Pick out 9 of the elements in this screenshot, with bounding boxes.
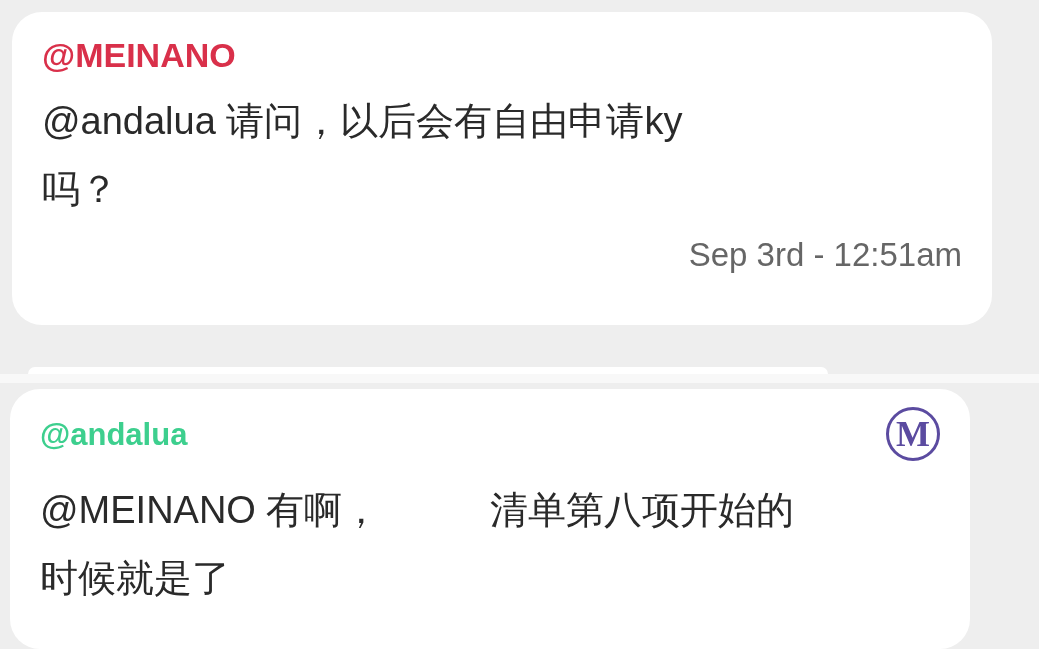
message-text: @MEINANO 有啊，: [40, 488, 381, 533]
badge-icon: M: [886, 407, 940, 461]
author-name: @MEINANO: [42, 38, 236, 72]
message-text: 吗？: [42, 167, 118, 212]
author-name: @andalua: [40, 418, 188, 450]
timestamp: Sep 3rd - 12:51am: [688, 235, 962, 275]
message-text: 时候就是了: [40, 556, 230, 601]
message-text: @andalua 请问，以后会有自由申请ky: [42, 99, 683, 144]
message-text: 清单第八项开始的: [490, 488, 795, 533]
